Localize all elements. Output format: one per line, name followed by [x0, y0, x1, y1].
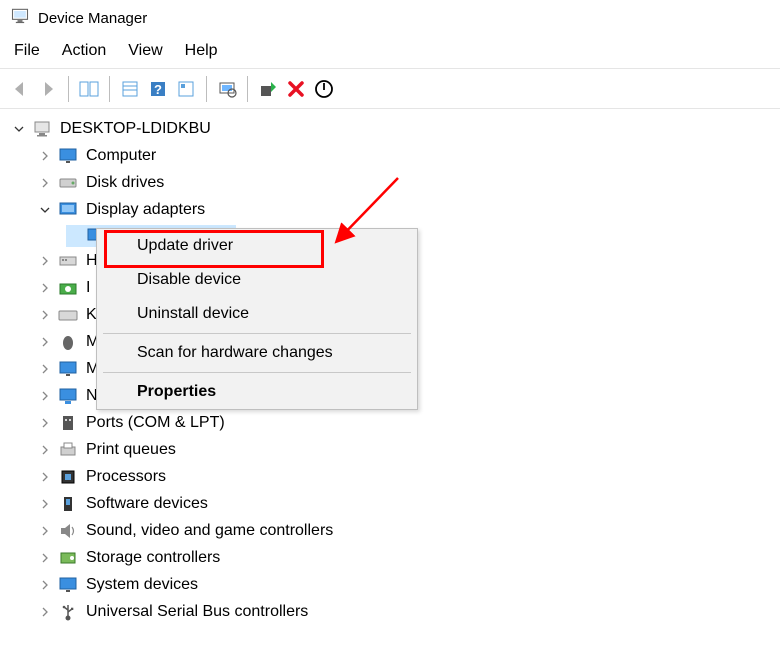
chevron-right-icon [38, 308, 52, 322]
chevron-right-icon [38, 605, 52, 619]
title-bar: Device Manager [0, 0, 780, 34]
category-computer[interactable]: Computer [4, 142, 776, 169]
context-disable-device[interactable]: Disable device [97, 263, 417, 297]
category-sound[interactable]: Sound, video and game controllers [4, 517, 776, 544]
monitor-icon [58, 146, 78, 166]
chevron-right-icon [38, 470, 52, 484]
camera-icon [58, 278, 78, 298]
keyboard-icon [58, 305, 78, 325]
svg-text:?: ? [154, 82, 162, 97]
show-hide-tree-button[interactable] [75, 75, 103, 103]
forward-button[interactable] [34, 75, 62, 103]
toolbar-separator [247, 76, 248, 102]
window-title: Device Manager [38, 10, 147, 27]
app-icon [10, 6, 38, 30]
toolbar-separator [206, 76, 207, 102]
chevron-right-icon [38, 524, 52, 538]
toolbar-separator [109, 76, 110, 102]
network-icon [58, 386, 78, 406]
speaker-icon [58, 521, 78, 541]
root-label: DESKTOP-LDIDKBU [60, 115, 211, 142]
chevron-right-icon [38, 443, 52, 457]
context-properties[interactable]: Properties [97, 375, 417, 409]
hid-icon [58, 251, 78, 271]
help-button[interactable]: ? [144, 75, 172, 103]
category-software-devices[interactable]: Software devices [4, 490, 776, 517]
chevron-right-icon [38, 362, 52, 376]
monitor-icon [58, 359, 78, 379]
context-separator [103, 372, 411, 373]
toolbar: ? [0, 69, 780, 109]
details-button[interactable] [172, 75, 200, 103]
mouse-icon [58, 332, 78, 352]
menu-help[interactable]: Help [179, 40, 234, 62]
context-uninstall-device[interactable]: Uninstall device [97, 297, 417, 331]
chevron-right-icon [38, 149, 52, 163]
context-scan-hardware[interactable]: Scan for hardware changes [97, 336, 417, 370]
usb-icon [58, 602, 78, 622]
menu-file[interactable]: File [8, 40, 56, 62]
chevron-down-icon [12, 122, 26, 136]
toolbar-separator [68, 76, 69, 102]
printer-icon [58, 440, 78, 460]
disable-button[interactable] [310, 75, 338, 103]
chevron-right-icon [38, 497, 52, 511]
chevron-right-icon [38, 176, 52, 190]
chevron-right-icon [38, 578, 52, 592]
category-storage-controllers[interactable]: Storage controllers [4, 544, 776, 571]
chevron-down-icon [38, 203, 52, 217]
context-update-driver[interactable]: Update driver [97, 229, 417, 263]
update-driver-button[interactable] [254, 75, 282, 103]
context-separator [103, 333, 411, 334]
uninstall-button[interactable] [282, 75, 310, 103]
category-print-queues[interactable]: Print queues [4, 436, 776, 463]
computer-root-icon [32, 119, 52, 139]
software-icon [58, 494, 78, 514]
category-ports[interactable]: Ports (COM & LPT) [4, 409, 776, 436]
root-node[interactable]: DESKTOP-LDIDKBU [4, 115, 776, 142]
storage-icon [58, 548, 78, 568]
chevron-right-icon [38, 416, 52, 430]
menu-view[interactable]: View [122, 40, 178, 62]
category-processors[interactable]: Processors [4, 463, 776, 490]
chevron-right-icon [38, 254, 52, 268]
category-disk-drives[interactable]: Disk drives [4, 169, 776, 196]
category-usb[interactable]: Universal Serial Bus controllers [4, 598, 776, 625]
back-button[interactable] [6, 75, 34, 103]
port-icon [58, 413, 78, 433]
chevron-right-icon [38, 389, 52, 403]
context-menu: Update driver Disable device Uninstall d… [96, 228, 418, 410]
menu-action[interactable]: Action [56, 40, 122, 62]
cpu-icon [58, 467, 78, 487]
chevron-right-icon [38, 281, 52, 295]
disk-icon [58, 173, 78, 193]
scan-hardware-button[interactable] [213, 75, 241, 103]
display-adapter-icon [58, 200, 78, 220]
system-icon [58, 575, 78, 595]
properties-button[interactable] [116, 75, 144, 103]
menu-bar: File Action View Help [0, 34, 780, 69]
category-system-devices[interactable]: System devices [4, 571, 776, 598]
chevron-right-icon [38, 551, 52, 565]
category-display-adapters[interactable]: Display adapters [4, 196, 776, 223]
chevron-right-icon [38, 335, 52, 349]
